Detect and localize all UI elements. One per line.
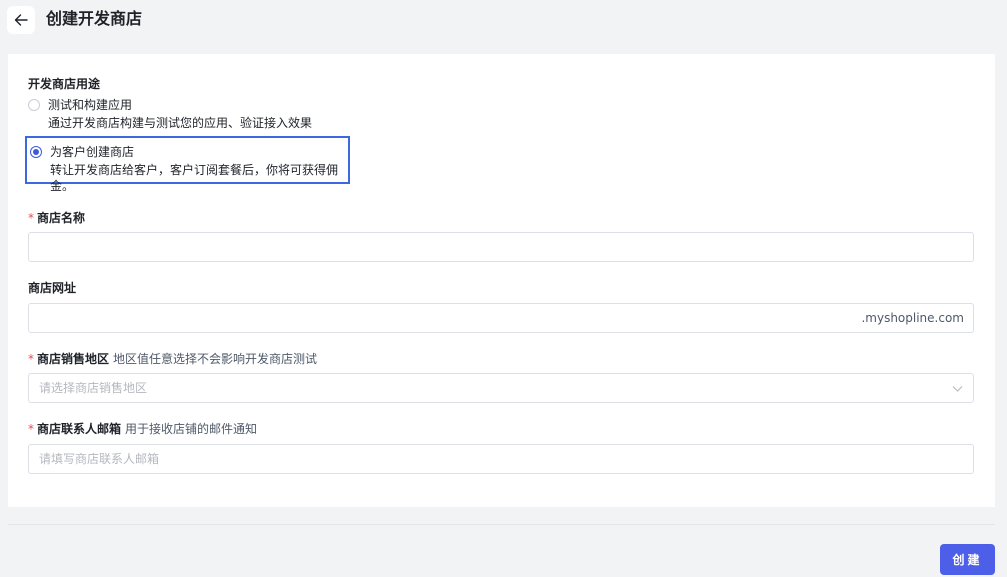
arrow-left-icon — [14, 14, 28, 26]
contact-email-input[interactable]: 请填写商店联系人邮箱 — [28, 444, 974, 474]
select-placeholder: 请选择商店销售地区 — [39, 381, 148, 395]
store-name-label: * 商店名称 — [28, 210, 85, 226]
required-marker: * — [28, 422, 34, 436]
store-url-label: 商店网址 — [28, 280, 76, 296]
radio-option-title: 为客户创建商店 — [50, 145, 135, 159]
chevron-down-icon — [952, 386, 963, 392]
form-card: 开发商店用途 测试和构建应用 通过开发商店构建与测试您的应用、验证接入效果 为客… — [8, 54, 995, 507]
radio-option-title: 测试和构建应用 — [48, 98, 133, 112]
required-marker: * — [28, 352, 34, 366]
field-label-text: 商店联系人邮箱 — [37, 422, 122, 436]
radio-option-description: 通过开发商店构建与测试您的应用、验证接入效果 — [48, 116, 313, 130]
page-header: 创建开发商店 — [0, 0, 1007, 40]
url-suffix: .myshopline.com — [861, 311, 964, 325]
page-title: 创建开发商店 — [46, 9, 143, 28]
radio-button[interactable] — [28, 99, 40, 111]
store-url-input[interactable]: .myshopline.com — [28, 303, 974, 333]
footer-divider — [8, 524, 995, 525]
create-button[interactable]: 创建 — [940, 544, 995, 575]
radio-option-description: 转让开发商店给客户，客户订阅套餐后，你将可获得佣金。 — [50, 163, 339, 193]
required-marker: * — [28, 211, 34, 225]
contact-email-label: * 商店联系人邮箱 用于接收店铺的邮件通知 — [28, 421, 257, 437]
field-label-text: 商店销售地区 — [37, 352, 110, 366]
radio-button-checked[interactable] — [30, 146, 42, 158]
field-label-text: 商店网址 — [28, 281, 77, 295]
radio-option-client-store[interactable]: 为客户创建商店 转让开发商店给客户，客户订阅套餐后，你将可获得佣金。 — [25, 136, 350, 193]
field-hint: 地区值任意选择不会影响开发商店测试 — [113, 352, 318, 366]
sales-region-label: * 商店销售地区 地区值任意选择不会影响开发商店测试 — [28, 351, 317, 367]
field-label-text: 商店名称 — [37, 211, 86, 225]
radio-option-test-apps[interactable]: 测试和构建应用 通过开发商店构建与测试您的应用、验证接入效果 — [25, 96, 315, 132]
back-button[interactable] — [7, 6, 35, 34]
input-placeholder: 请填写商店联系人邮箱 — [39, 452, 160, 466]
purpose-label: 开发商店用途 — [28, 77, 101, 91]
field-hint: 用于接收店铺的邮件通知 — [125, 422, 258, 436]
sales-region-select[interactable]: 请选择商店销售地区 — [28, 373, 974, 403]
store-name-input[interactable] — [28, 232, 974, 262]
